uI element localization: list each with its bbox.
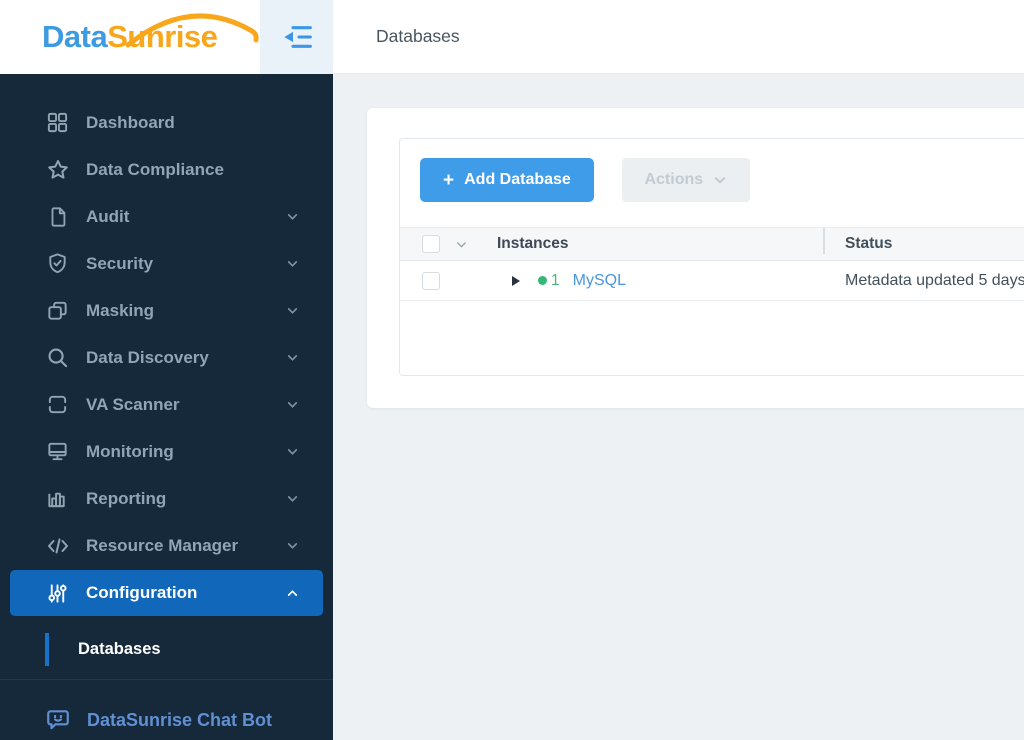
- chevron-down-icon: [286, 304, 299, 317]
- code-icon: [45, 533, 70, 558]
- sidebar-item-masking[interactable]: Masking: [0, 287, 333, 334]
- bar-chart-icon: [45, 486, 70, 511]
- databases-table: Instances Status 1 MySQL Metadata update…: [400, 227, 1024, 301]
- top-bar: Databases: [333, 0, 1024, 74]
- sidebar-collapse-button[interactable]: [260, 0, 333, 74]
- collapse-sidebar-icon: [283, 26, 312, 48]
- sidebar-subitem-label: Databases: [78, 640, 161, 658]
- sidebar-item-label: Security: [86, 253, 154, 273]
- content-area: + Add Database Actions Instances Status …: [333, 74, 1024, 740]
- brand-part1: Data: [42, 19, 108, 54]
- select-all-checkbox[interactable]: [422, 235, 440, 253]
- sliders-icon: [45, 581, 70, 606]
- star-icon: [45, 157, 70, 182]
- chevron-down-icon: [286, 539, 299, 552]
- sidebar: DataSunrise Dashboard Data Compliance Au…: [0, 0, 333, 740]
- row-checkbox[interactable]: [422, 271, 440, 290]
- sidebar-item-data-compliance[interactable]: Data Compliance: [0, 146, 333, 193]
- shield-icon: [45, 251, 70, 276]
- chevron-down-icon: [456, 241, 466, 248]
- expand-row-icon[interactable]: [512, 275, 520, 286]
- database-link[interactable]: MySQL: [573, 272, 626, 290]
- chevron-down-icon: [286, 351, 299, 364]
- instance-status-dot: [538, 276, 547, 285]
- search-icon: [45, 345, 70, 370]
- table-header-row: Instances Status: [400, 227, 1024, 261]
- table-row: 1 MySQL Metadata updated 5 days: [400, 261, 1024, 301]
- monitor-icon: [45, 439, 70, 464]
- scanner-icon: [45, 392, 70, 417]
- status-cell: Metadata updated 5 days: [845, 271, 1024, 289]
- logo-bar: DataSunrise: [0, 0, 333, 74]
- chatbot-label: DataSunrise Chat Bot: [87, 709, 273, 730]
- sidebar-item-label: Reporting: [86, 488, 167, 508]
- chevron-down-icon: [286, 398, 299, 411]
- page-title: Databases: [376, 26, 460, 46]
- select-menu-caret[interactable]: [451, 238, 471, 251]
- sidebar-item-monitoring[interactable]: Monitoring: [0, 428, 333, 475]
- databases-panel: + Add Database Actions Instances Status …: [399, 138, 1024, 376]
- sidebar-item-label: Masking: [86, 300, 155, 320]
- sidebar-item-label: Dashboard: [86, 112, 175, 132]
- main-area: Databases + Add Database Actions Instanc…: [333, 0, 1024, 740]
- sidebar-nav: Dashboard Data Compliance Audit Security: [0, 74, 333, 733]
- chevron-down-icon: [286, 492, 299, 505]
- add-database-label: Add Database: [464, 171, 571, 188]
- chevron-up-icon: [286, 587, 299, 600]
- databases-card: + Add Database Actions Instances Status …: [367, 108, 1024, 408]
- chevron-down-icon: [715, 177, 726, 184]
- sidebar-item-label: Data Compliance: [86, 159, 224, 179]
- sidebar-divider: [0, 679, 333, 680]
- toolbar: + Add Database Actions: [400, 139, 1024, 202]
- column-header-status[interactable]: Status: [823, 228, 1024, 254]
- document-icon: [45, 204, 70, 229]
- dashboard-icon: [45, 110, 70, 135]
- brand-logo[interactable]: DataSunrise: [42, 13, 259, 55]
- sidebar-item-label: Data Discovery: [86, 347, 209, 367]
- sidebar-item-label: VA Scanner: [86, 394, 180, 414]
- sidebar-item-label: Configuration: [86, 583, 198, 602]
- plus-icon: +: [443, 169, 455, 191]
- sidebar-item-configuration[interactable]: Configuration: [10, 570, 323, 616]
- actions-label: Actions: [644, 171, 704, 188]
- sidebar-item-label: Monitoring: [86, 441, 174, 461]
- add-database-button[interactable]: + Add Database: [420, 158, 594, 202]
- copy-icon: [45, 298, 70, 323]
- brand-part2: Sunrise: [107, 19, 218, 54]
- instance-count: 1: [551, 271, 560, 289]
- sidebar-item-va-scanner[interactable]: VA Scanner: [0, 381, 333, 428]
- chevron-down-icon: [286, 445, 299, 458]
- sidebar-subitem-databases[interactable]: Databases: [45, 633, 333, 666]
- actions-button[interactable]: Actions: [621, 158, 750, 202]
- column-header-instances[interactable]: Instances: [497, 235, 823, 253]
- sidebar-item-security[interactable]: Security: [0, 240, 333, 287]
- chevron-down-icon: [286, 257, 299, 270]
- sidebar-item-reporting[interactable]: Reporting: [0, 475, 333, 522]
- sidebar-item-label: Resource Manager: [86, 535, 239, 555]
- sidebar-item-label: Audit: [86, 206, 130, 226]
- chat-bot-icon: [45, 707, 71, 733]
- sidebar-item-resource-manager[interactable]: Resource Manager: [0, 522, 333, 569]
- instances-cell: 1 MySQL: [497, 272, 823, 290]
- sidebar-item-audit[interactable]: Audit: [0, 193, 333, 240]
- sidebar-item-data-discovery[interactable]: Data Discovery: [0, 334, 333, 381]
- sidebar-item-dashboard[interactable]: Dashboard: [0, 99, 333, 146]
- sidebar-item-chatbot[interactable]: DataSunrise Chat Bot: [0, 707, 333, 733]
- chevron-down-icon: [286, 210, 299, 223]
